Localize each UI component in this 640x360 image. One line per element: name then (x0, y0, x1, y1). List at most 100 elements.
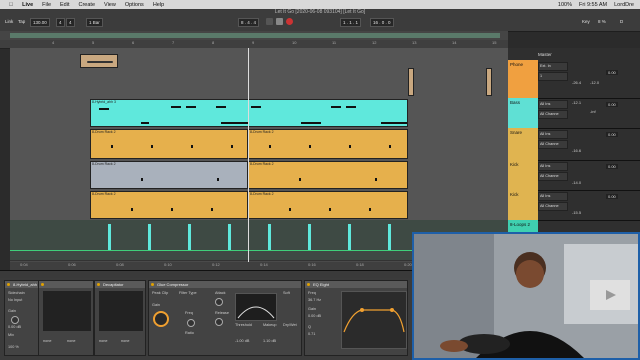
track-title[interactable]: Phone (508, 60, 538, 98)
device-sub[interactable]: none none (38, 280, 94, 356)
time-tick: 0:20 (404, 262, 412, 267)
input-select[interactable]: No Input (8, 298, 22, 302)
transport-bar: Let It Go [2020-06-08 093104] [Let It Go… (0, 9, 640, 32)
peak-clip-label[interactable]: Peak Clip (152, 291, 168, 295)
playhead[interactable] (248, 48, 249, 262)
track-title[interactable]: Kick (508, 160, 538, 190)
threshold-value[interactable]: -1.00 dB (235, 339, 249, 343)
none-select[interactable]: none (99, 339, 107, 343)
sig-numerator[interactable]: 4 (56, 18, 65, 27)
lane-kick-2[interactable]: 8-Drum Rack 2 8-Drum Rack 2 (10, 190, 508, 221)
q-value[interactable]: 0.71 (308, 332, 315, 336)
input-routing[interactable]: All Ins All Channe (538, 192, 568, 212)
device-eq-eight[interactable]: EQ Eight Freq 36.7 Hz Gain 0.00 dB Q 0.7… (304, 280, 408, 356)
send-value[interactable]: -inf (590, 109, 596, 114)
track-snare[interactable]: Snare All Ins All Channe -16.6 0.00 (508, 128, 640, 161)
device-glue-compressor[interactable]: Glue Compressor Peak Clip Filter Type Ga… (148, 280, 302, 356)
arrangement-overview[interactable] (0, 31, 508, 40)
freq-knob[interactable] (187, 319, 195, 327)
track-title[interactable]: Snare (508, 128, 538, 160)
tap-button[interactable]: Tap (16, 18, 27, 25)
sig-denominator[interactable]: 4 (66, 18, 75, 27)
key-map-button[interactable]: Key (580, 18, 592, 25)
midi-clip-kick[interactable]: 8-Drum Rack 2 (90, 191, 248, 219)
attack-knob[interactable] (215, 298, 223, 306)
release-knob[interactable] (215, 318, 223, 326)
gain-knob[interactable] (153, 311, 169, 327)
none-select-2[interactable]: none (121, 339, 129, 343)
app-menu[interactable]: Live (22, 2, 33, 8)
input-routing[interactable]: All Ins All Channe (538, 130, 568, 150)
midi-clip-snare[interactable]: 8-Drum Rack 2 (248, 129, 408, 159)
track-kick[interactable]: Kick All Ins All Channe -14.0 0.00 (508, 160, 640, 191)
volume-value[interactable]: -16.6 (572, 148, 581, 153)
midi-note (99, 108, 109, 110)
device-title: 8-Hybrid_ahh 3 (13, 282, 41, 287)
midi-clip-kick[interactable]: 8-Drum Rack 2 (90, 161, 248, 189)
device-decapitator[interactable]: Decapitator none none (94, 280, 146, 356)
apple-menu-icon[interactable]:  (9, 2, 13, 8)
menu-options[interactable]: Options (125, 2, 144, 8)
menu-help[interactable]: Help (153, 2, 164, 8)
volume-value[interactable]: -14.0 (572, 180, 581, 185)
volume-value[interactable]: -15.5 (572, 210, 581, 215)
track-kick-2[interactable]: Kick All Ins All Channe -15.5 0.00 (508, 190, 640, 221)
pan-value[interactable]: -12.0 (590, 80, 599, 85)
none-select-2[interactable]: none (67, 339, 75, 343)
makeup-value[interactable]: 1.10 dB (263, 339, 276, 343)
track-phone[interactable]: Phone Ext. In 1 -26.4 -12.0 0.00 (508, 60, 640, 99)
power-icon[interactable] (41, 283, 44, 286)
loop-start[interactable]: 1 . 1 . 1 (340, 18, 362, 27)
lane-bass[interactable]: 8-Hybrid_ahh 3 (10, 98, 508, 129)
link-button[interactable]: Link (3, 18, 15, 25)
input-routing[interactable]: Ext. In 1 (538, 62, 568, 82)
menu-create[interactable]: Create (79, 2, 96, 8)
midi-clip-snare[interactable]: 8-Drum Rack 2 (90, 129, 248, 159)
volume-value[interactable]: -26.4 (572, 80, 581, 85)
audio-clip[interactable] (408, 68, 414, 96)
input-routing[interactable]: All Ins All Channe (538, 100, 568, 120)
midi-clip-bass[interactable]: 8-Hybrid_ahh 3 (90, 99, 408, 127)
user-name[interactable]: LordDre (614, 2, 634, 8)
time-tick: 0:18 (356, 262, 364, 267)
tempo-field[interactable]: 130.00 (30, 18, 50, 27)
lane-kick[interactable]: 8-Drum Rack 2 8-Drum Rack 2 (10, 160, 508, 191)
lane-phone[interactable] (10, 48, 508, 99)
track-bass[interactable]: Bass All Ins All Channe -12.1 -inf 0.00 (508, 98, 640, 129)
record-button[interactable] (286, 18, 293, 25)
menu-edit[interactable]: Edit (60, 2, 69, 8)
clock: Fri 9:55 AM (579, 1, 608, 8)
loop-length[interactable]: 16 . 0 . 0 (370, 18, 394, 27)
lane-snare[interactable]: 8-Drum Rack 2 8-Drum Rack 2 (10, 128, 508, 161)
freq-value[interactable]: 36.7 Hz (308, 298, 321, 302)
gain-knob[interactable] (11, 316, 19, 324)
power-icon[interactable] (151, 283, 154, 286)
none-select[interactable]: none (43, 339, 51, 343)
track-title[interactable]: Bass (508, 98, 538, 128)
soft-button[interactable]: Soft (283, 291, 290, 295)
midi-clip-kick[interactable]: 8-Drum Rack 2 (248, 191, 408, 219)
filter-type-label[interactable]: Filter Type (179, 291, 197, 295)
ruler-tick: 12 (372, 40, 377, 45)
volume-value[interactable]: -12.1 (572, 100, 581, 105)
quantize-menu[interactable]: 1 Bar (86, 18, 103, 27)
ruler-tick: 14 (452, 40, 457, 45)
play-button[interactable] (266, 18, 273, 25)
drum-hit (299, 178, 301, 181)
power-icon[interactable] (7, 283, 10, 286)
audio-clip[interactable] (80, 54, 118, 68)
song-position[interactable]: 8 . 4 . 4 (238, 18, 260, 27)
stop-button[interactable] (276, 18, 283, 25)
menu-file[interactable]: File (42, 2, 51, 8)
track-title[interactable]: Kick (508, 190, 538, 220)
eq-gain-value[interactable]: 0.00 dB (308, 314, 321, 318)
menu-view[interactable]: View (104, 2, 116, 8)
midi-note (221, 122, 249, 124)
ruler-tick: 13 (412, 40, 417, 45)
eq-display[interactable] (341, 291, 407, 349)
audio-clip[interactable] (486, 68, 492, 96)
midi-clip-kick[interactable]: 8-Drum Rack 2 (248, 161, 408, 189)
power-icon[interactable] (97, 283, 100, 286)
input-routing[interactable]: All Ins All Channe (538, 162, 568, 182)
power-icon[interactable] (307, 283, 310, 286)
